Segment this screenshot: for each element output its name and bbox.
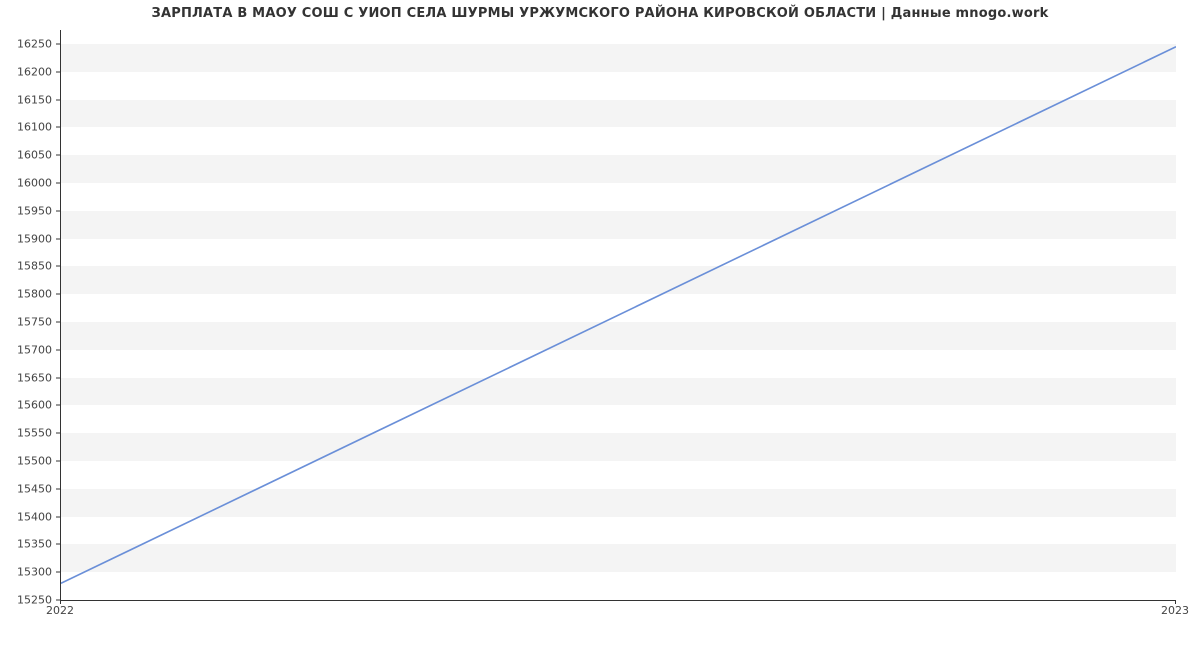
y-tick-label: 15700 — [0, 344, 60, 355]
line-layer — [61, 30, 1176, 600]
y-tick-label: 15750 — [0, 316, 60, 327]
y-tick-mark — [56, 210, 60, 211]
y-tick-label: 16150 — [0, 94, 60, 105]
y-tick-label: 15500 — [0, 455, 60, 466]
y-tick-label: 15800 — [0, 289, 60, 300]
y-tick-mark — [56, 349, 60, 350]
y-tick-mark — [56, 433, 60, 434]
y-tick-label: 15850 — [0, 261, 60, 272]
chart-title: ЗАРПЛАТА В МАОУ СОШ С УИОП СЕЛА ШУРМЫ УР… — [0, 6, 1200, 21]
y-tick-mark — [56, 544, 60, 545]
y-tick-label: 15600 — [0, 400, 60, 411]
y-tick-label: 15400 — [0, 511, 60, 522]
y-tick-label: 15950 — [0, 205, 60, 216]
y-tick-label: 15650 — [0, 372, 60, 383]
y-tick-mark — [56, 460, 60, 461]
y-tick-mark — [56, 266, 60, 267]
y-tick-label: 15900 — [0, 233, 60, 244]
y-tick-mark — [56, 43, 60, 44]
plot-area — [60, 30, 1176, 601]
y-tick-mark — [56, 238, 60, 239]
y-tick-label: 15450 — [0, 483, 60, 494]
y-tick-label: 15350 — [0, 539, 60, 550]
y-tick-mark — [56, 405, 60, 406]
x-tick-label: 2023 — [1161, 604, 1189, 617]
y-tick-mark — [56, 182, 60, 183]
y-tick-label: 16200 — [0, 66, 60, 77]
y-tick-label: 16000 — [0, 177, 60, 188]
chart-container: ЗАРПЛАТА В МАОУ СОШ С УИОП СЕЛА ШУРМЫ УР… — [0, 0, 1200, 650]
y-tick-mark — [56, 321, 60, 322]
x-tick-label: 2022 — [46, 604, 74, 617]
y-tick-mark — [56, 516, 60, 517]
y-tick-mark — [56, 488, 60, 489]
y-tick-mark — [56, 127, 60, 128]
y-tick-label: 15550 — [0, 428, 60, 439]
y-tick-mark — [56, 294, 60, 295]
y-tick-mark — [56, 155, 60, 156]
y-tick-label: 16250 — [0, 38, 60, 49]
y-tick-mark — [56, 71, 60, 72]
series-line — [61, 47, 1176, 584]
y-tick-label: 15300 — [0, 567, 60, 578]
y-tick-mark — [56, 572, 60, 573]
x-tick-mark — [1175, 600, 1176, 604]
y-tick-label: 16050 — [0, 150, 60, 161]
x-tick-mark — [60, 600, 61, 604]
y-tick-label: 16100 — [0, 122, 60, 133]
y-tick-mark — [56, 377, 60, 378]
y-tick-mark — [56, 99, 60, 100]
